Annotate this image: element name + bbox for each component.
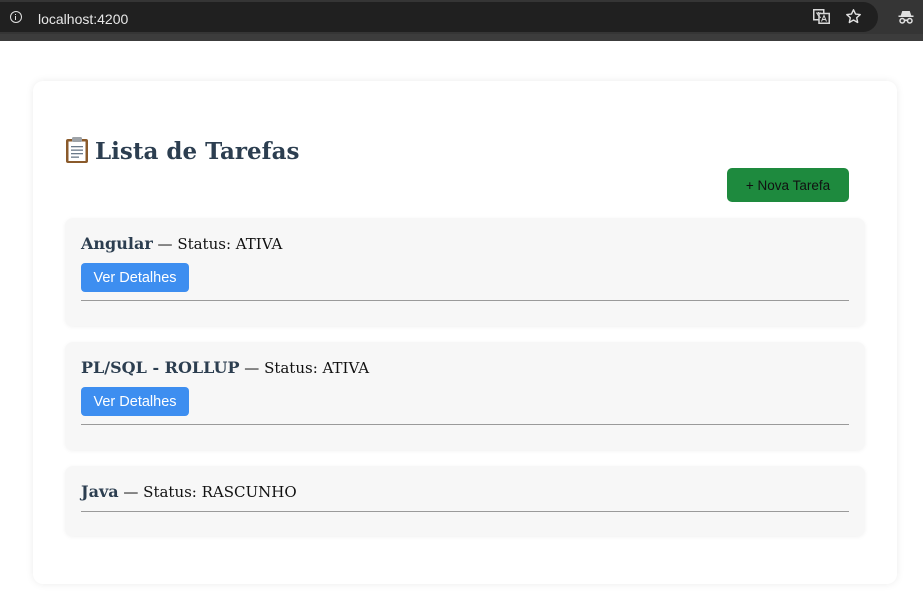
- task-divider: [81, 424, 849, 425]
- incognito-icon[interactable]: [897, 8, 915, 26]
- star-icon[interactable]: [845, 8, 862, 25]
- address-bar[interactable]: localhost:4200: [0, 2, 878, 32]
- task-status: ATIVA: [235, 235, 283, 253]
- browser-toolbar: localhost:4200: [0, 0, 923, 34]
- task-summary: Java — Status: RASCUNHO: [81, 482, 297, 502]
- task-item: Angular — Status: ATIVA Ver Detalhes: [65, 218, 865, 326]
- task-status: RASCUNHO: [201, 483, 297, 501]
- details-button[interactable]: Ver Detalhes: [81, 387, 189, 416]
- separator: —: [244, 359, 260, 377]
- task-summary: PL/SQL - ROLLUP — Status: ATIVA: [81, 358, 369, 378]
- task-summary: Angular — Status: ATIVA: [81, 234, 282, 254]
- page-title: Lista de Tarefas: [65, 136, 299, 167]
- new-task-button[interactable]: + Nova Tarefa: [727, 168, 849, 202]
- status-label: Status:: [177, 235, 231, 253]
- task-name: Java: [81, 482, 119, 501]
- toolbar-divider: [0, 34, 923, 41]
- separator: —: [157, 235, 173, 253]
- task-name: Angular: [81, 234, 153, 253]
- details-button[interactable]: Ver Detalhes: [81, 263, 189, 292]
- info-icon[interactable]: [10, 11, 22, 23]
- clipboard-icon: [66, 137, 88, 163]
- status-label: Status:: [143, 483, 197, 501]
- url-text[interactable]: localhost:4200: [38, 11, 128, 27]
- task-divider: [81, 511, 849, 512]
- separator: —: [123, 483, 139, 501]
- translate-icon[interactable]: [813, 9, 830, 24]
- task-status: ATIVA: [322, 359, 370, 377]
- task-name: PL/SQL - ROLLUP: [81, 358, 240, 377]
- page-title-text: Lista de Tarefas: [95, 138, 300, 165]
- status-label: Status:: [264, 359, 318, 377]
- task-item: Java — Status: RASCUNHO: [65, 466, 865, 536]
- task-divider: [81, 300, 849, 301]
- task-item: PL/SQL - ROLLUP — Status: ATIVA Ver Deta…: [65, 342, 865, 450]
